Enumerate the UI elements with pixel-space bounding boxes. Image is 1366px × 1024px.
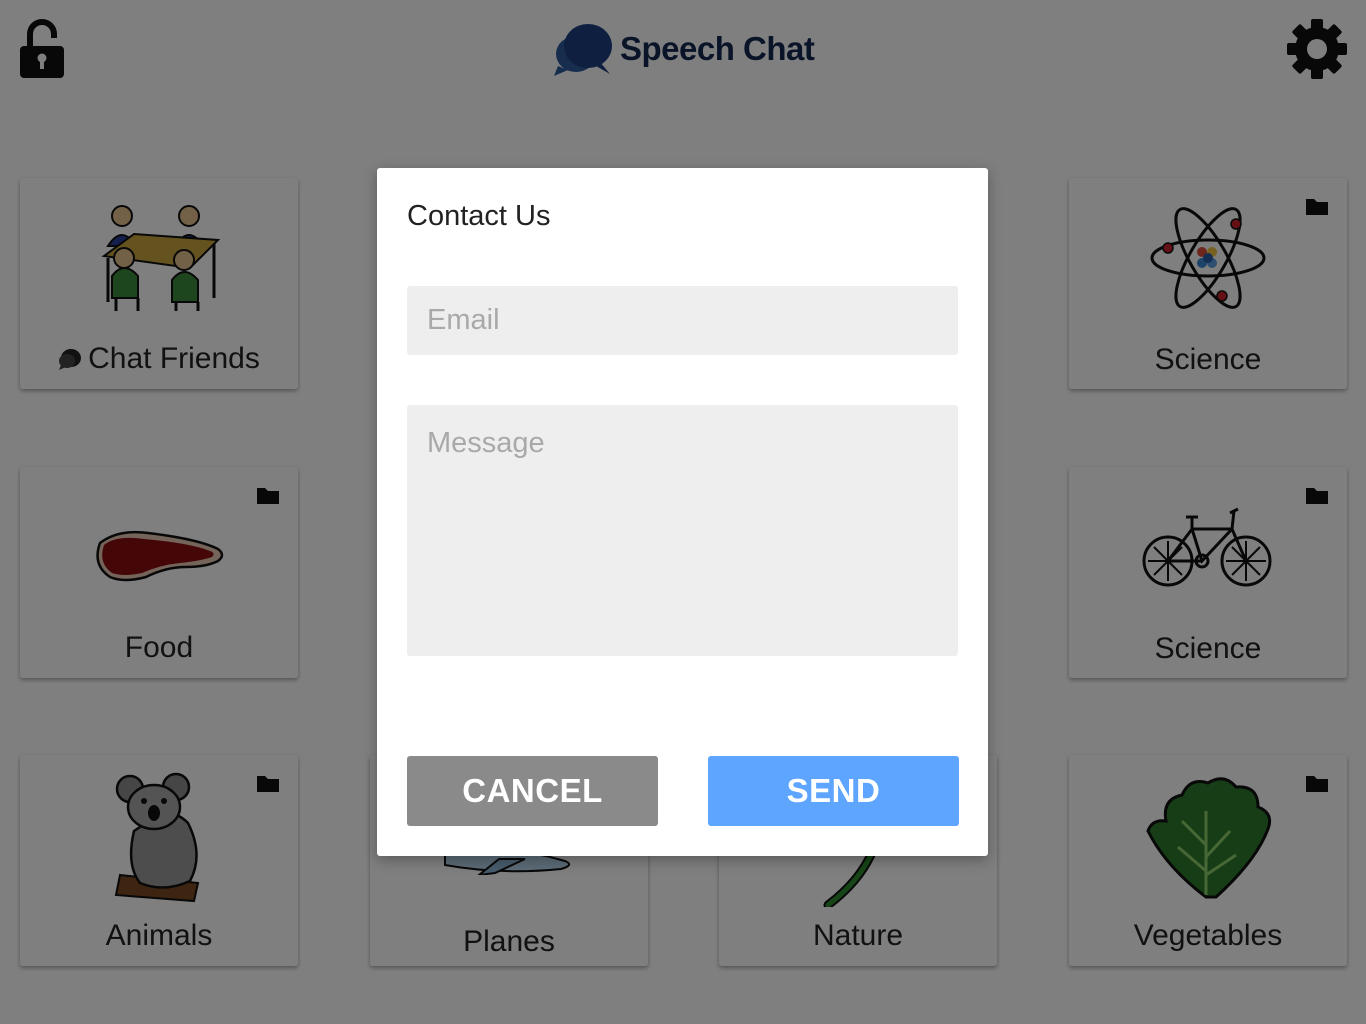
contact-us-dialog: Contact Us CANCEL SEND <box>377 168 988 856</box>
email-field[interactable] <box>407 286 958 355</box>
cancel-button[interactable]: CANCEL <box>407 756 658 826</box>
send-button[interactable]: SEND <box>708 756 959 826</box>
dialog-title: Contact Us <box>407 200 551 232</box>
message-field[interactable] <box>407 405 958 656</box>
